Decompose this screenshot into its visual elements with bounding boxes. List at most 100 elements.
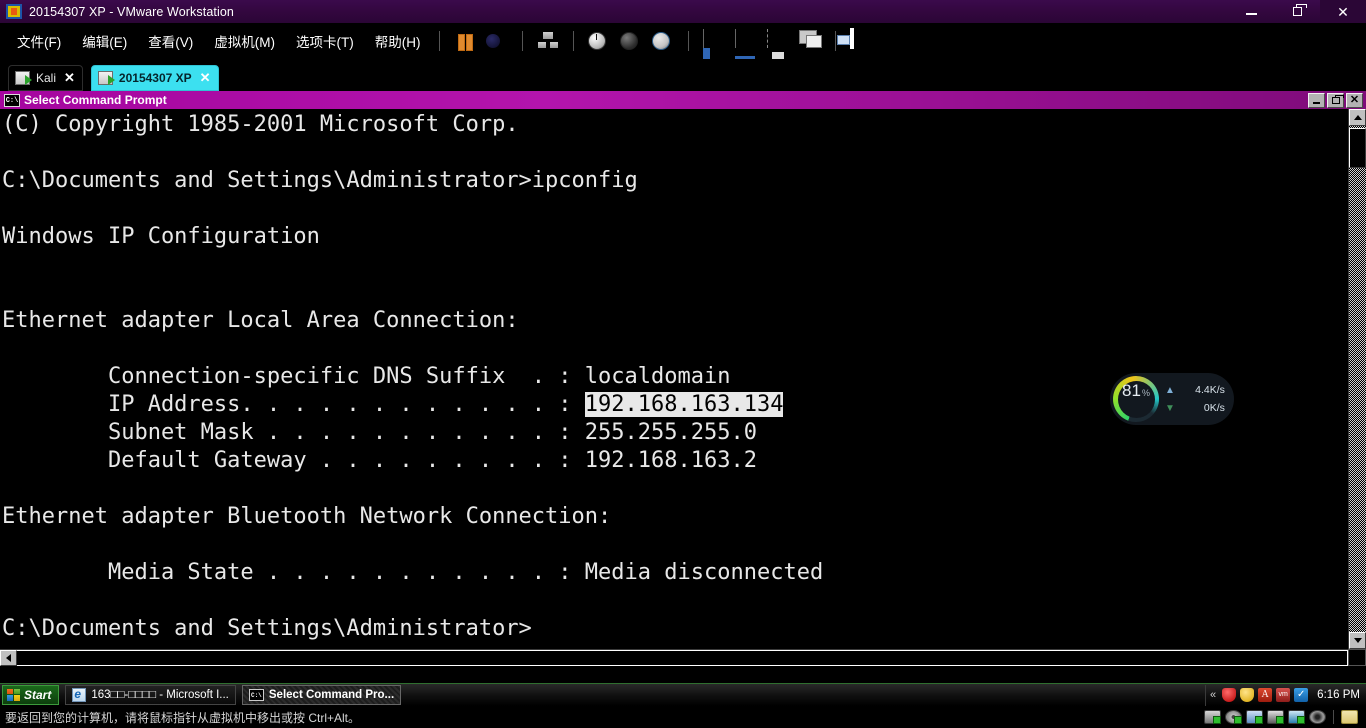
upload-row: ▲ 4.4K/s <box>1165 381 1225 399</box>
selected-ip-address: 192.168.163.134 <box>585 392 784 417</box>
taskbar-clock[interactable]: 6:16 PM <box>1317 689 1360 701</box>
menu-vm[interactable]: 虚拟机(M) <box>205 28 284 54</box>
scroll-left-button[interactable] <box>0 650 17 666</box>
menu-edit[interactable]: 编辑(E) <box>73 28 136 54</box>
toolbar-divider-5 <box>835 31 836 51</box>
taskbar-item-ie-label: 163□□-□□□□ - Microsoft I... <box>91 689 229 701</box>
cmd-minimize-button[interactable] <box>1308 93 1325 108</box>
notes-icon[interactable] <box>1341 710 1358 724</box>
tab-kali-close-icon[interactable]: ✕ <box>64 70 75 86</box>
command-prompt-window-controls: ✕ <box>1308 93 1366 108</box>
vm-tab-icon-active <box>98 71 113 85</box>
horizontal-scroll-track[interactable] <box>17 650 1348 666</box>
tab-20154307-xp-label: 20154307 XP <box>119 71 192 85</box>
close-button[interactable]: ✕ <box>1320 0 1366 23</box>
cmd-restore-button[interactable] <box>1327 93 1344 108</box>
console-view-icon[interactable] <box>850 30 880 52</box>
device-status-icons <box>1204 710 1366 724</box>
scroll-up-arrow-icon <box>1354 115 1362 120</box>
arrow-up-icon: ▲ <box>1165 385 1175 396</box>
windows-flag-icon <box>7 689 20 701</box>
vmware-status-bar: 要返回到您的计算机，请将鼠标指针从虚拟机中移出或按 Ctrl+Alt。 <box>0 706 1366 728</box>
download-rate: 0K/s <box>1179 402 1225 414</box>
window-controls: ✕ <box>1228 0 1366 23</box>
sound-card-icon[interactable] <box>1309 710 1326 724</box>
start-button[interactable]: Start <box>2 685 59 705</box>
clock-dark-icon[interactable] <box>620 30 642 52</box>
network-blue-icon[interactable]: ✓ <box>1294 688 1308 702</box>
scrollbar-corner <box>1348 649 1366 666</box>
printer-icon[interactable] <box>1267 710 1284 724</box>
adobe-reader-icon[interactable]: A <box>1258 688 1272 702</box>
panel-left-icon[interactable] <box>703 30 725 52</box>
panel-bottom-icon[interactable] <box>735 30 757 52</box>
scroll-up-button[interactable] <box>1349 109 1366 126</box>
network-monitor-widget[interactable]: 81 % ▲ 4.4K/s ▼ 0K/s <box>1110 373 1234 425</box>
scroll-left-arrow-icon <box>6 654 11 662</box>
power-dot-icon[interactable] <box>486 30 508 52</box>
guest-taskbar: Start 163□□-□□□□ - Microsoft I... C:\ Se… <box>0 683 1366 706</box>
clock-wrench-icon[interactable] <box>652 30 674 52</box>
menu-help[interactable]: 帮助(H) <box>366 28 430 54</box>
usb-device-icon[interactable] <box>1288 710 1305 724</box>
toolbar-divider <box>439 31 440 51</box>
vm-tab-icon <box>15 71 30 85</box>
cpu-usage-ring: 81 % <box>1113 376 1159 422</box>
start-button-label: Start <box>24 688 51 702</box>
taskbar-item-ie[interactable]: 163□□-□□□□ - Microsoft I... <box>65 685 236 705</box>
taskbar-item-cmd-label: Select Command Pro... <box>269 689 394 701</box>
scroll-down-button[interactable] <box>1349 632 1366 649</box>
menu-view[interactable]: 查看(V) <box>139 28 202 54</box>
multi-window-icon[interactable] <box>799 30 821 52</box>
toolbar-divider-2 <box>522 31 523 51</box>
clock-plus-icon[interactable] <box>588 30 610 52</box>
network-tree-icon[interactable] <box>537 30 559 52</box>
minimize-icon <box>1313 102 1320 104</box>
console-horizontal-scrollbar[interactable] <box>0 649 1348 666</box>
vmware-workstation-window: 20154307 XP - VMware Workstation ✕ 文件(F)… <box>0 0 1366 728</box>
arrow-down-icon: ▼ <box>1165 403 1175 414</box>
window-titlebar: 20154307 XP - VMware Workstation ✕ <box>0 0 1366 23</box>
restore-icon <box>1332 97 1340 104</box>
tab-20154307-xp[interactable]: 20154307 XP ✕ <box>91 65 219 91</box>
minimize-icon <box>1246 13 1257 15</box>
menu-file[interactable]: 文件(F) <box>8 28 70 54</box>
vmware-icon <box>6 4 22 19</box>
tab-kali[interactable]: Kali ✕ <box>8 65 83 91</box>
restore-icon <box>1293 7 1302 16</box>
shield-red-icon[interactable] <box>1222 688 1236 702</box>
command-prompt-icon: C:\ <box>4 94 20 107</box>
console-vertical-scrollbar[interactable] <box>1348 109 1366 649</box>
window-title: 20154307 XP - VMware Workstation <box>29 5 234 19</box>
menu-bar: 文件(F) 编辑(E) 查看(V) 虚拟机(M) 选项卡(T) 帮助(H) <box>0 23 1366 59</box>
toolbar-divider-4 <box>688 31 689 51</box>
network-rates: ▲ 4.4K/s ▼ 0K/s <box>1165 381 1225 417</box>
network-adapter-icon[interactable] <box>1246 710 1263 724</box>
hard-disk-icon[interactable] <box>1204 710 1221 724</box>
download-row: ▼ 0K/s <box>1165 399 1225 417</box>
status-message: 要返回到您的计算机，请将鼠标指针从虚拟机中移出或按 Ctrl+Alt。 <box>5 709 360 726</box>
close-icon: ✕ <box>1350 95 1359 106</box>
upload-rate: 4.4K/s <box>1179 384 1225 396</box>
taskbar-item-cmd[interactable]: C:\ Select Command Pro... <box>242 685 401 705</box>
system-tray: « A vm ✓ 6:16 PM <box>1205 685 1366 706</box>
chevron-left-icon[interactable]: « <box>1210 689 1216 701</box>
command-prompt-icon-small: C:\ <box>249 689 264 701</box>
toolbar-divider-3 <box>573 31 574 51</box>
guest-screen: C:\ Select Command Prompt ✕ (C) Copyrigh… <box>0 91 1366 706</box>
tab-kali-label: Kali <box>36 71 56 85</box>
tab-strip: Kali ✕ 20154307 XP ✕ <box>0 59 1366 91</box>
restore-button[interactable] <box>1274 0 1320 23</box>
vertical-scroll-thumb[interactable] <box>1349 128 1366 168</box>
vmware-tools-icon[interactable]: vm <box>1276 688 1290 702</box>
pause-icon[interactable] <box>454 30 476 52</box>
cd-drive-icon[interactable] <box>1225 710 1242 724</box>
shield-yellow-icon[interactable] <box>1240 688 1254 702</box>
fullscreen-icon[interactable] <box>767 30 789 52</box>
minimize-button[interactable] <box>1228 0 1274 23</box>
cpu-usage-value: 81 <box>1122 381 1141 401</box>
menu-tabs[interactable]: 选项卡(T) <box>287 28 363 54</box>
cmd-close-button[interactable]: ✕ <box>1346 93 1363 108</box>
tab-20154307-xp-close-icon[interactable]: ✕ <box>200 70 211 86</box>
close-icon: ✕ <box>1337 5 1349 19</box>
